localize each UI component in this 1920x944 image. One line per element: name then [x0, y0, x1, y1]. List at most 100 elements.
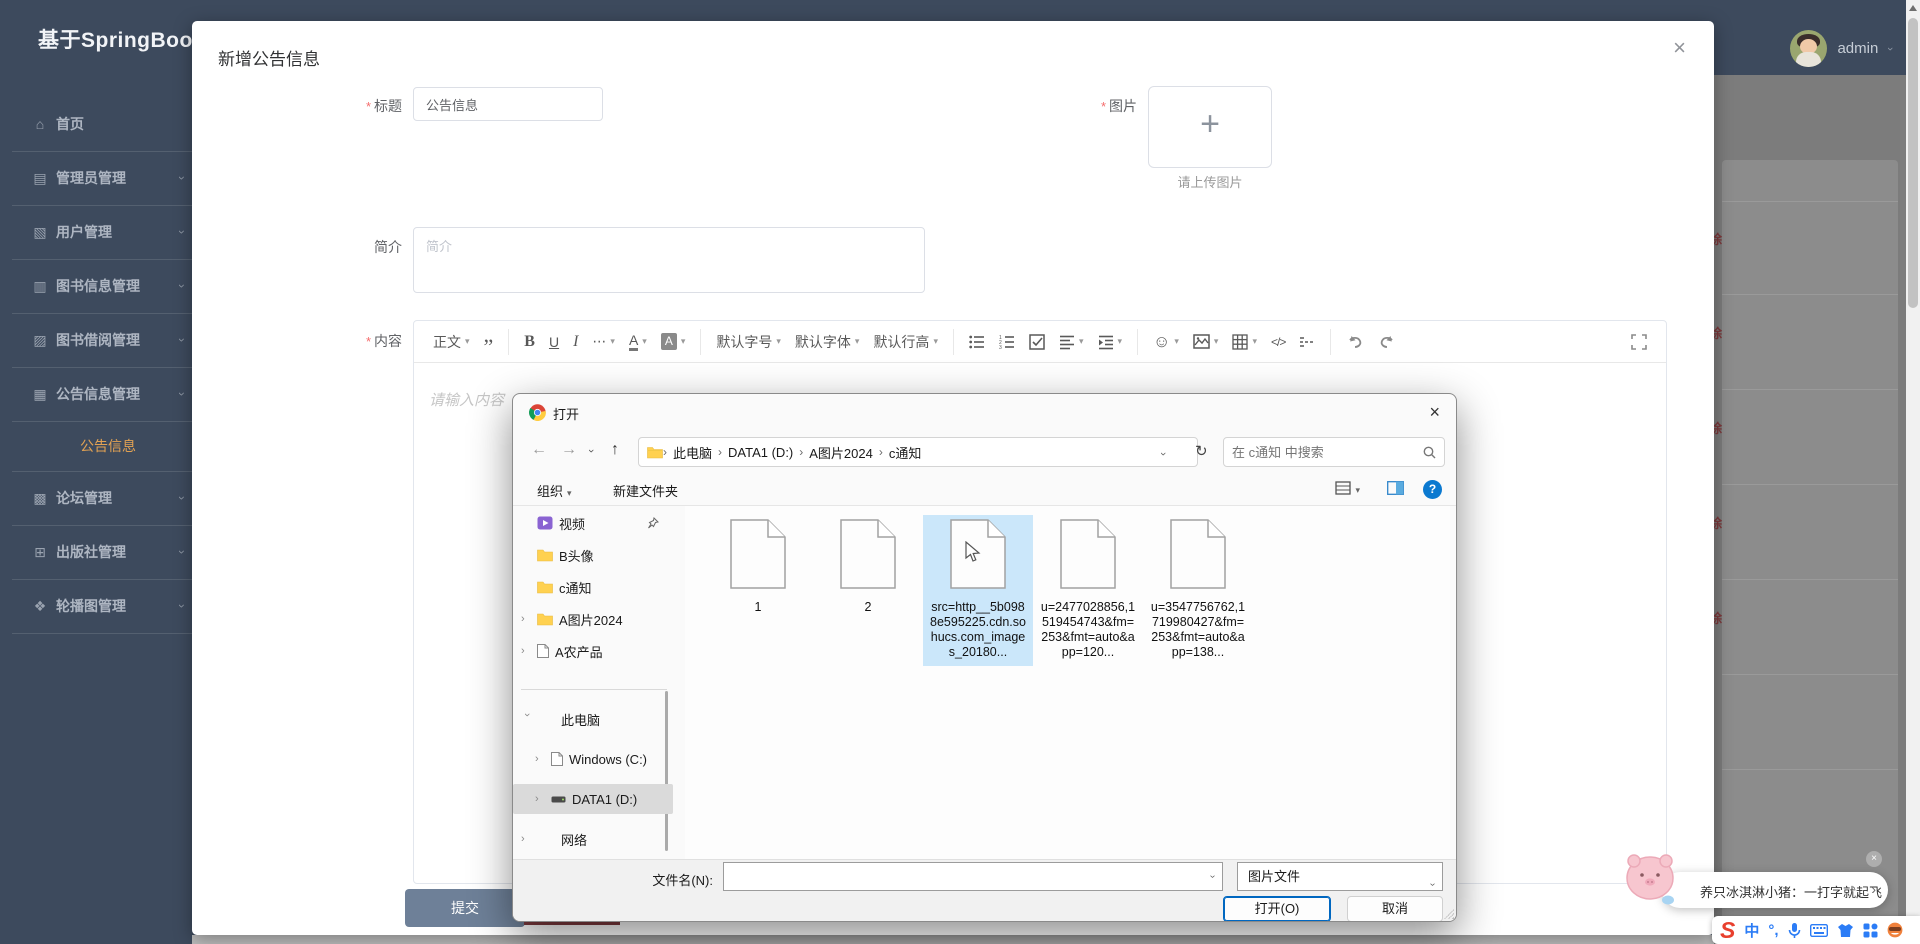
tree-item-c-notice[interactable]: c通知 [513, 572, 673, 602]
scrollbar-thumb[interactable] [1908, 18, 1918, 308]
nav-back-icon[interactable]: ← [531, 441, 547, 459]
breadcrumb-this-pc[interactable]: 此电脑 [667, 443, 718, 462]
dialog-close-icon[interactable]: × [1429, 402, 1440, 423]
indent-icon[interactable]: ▾ [1091, 328, 1130, 356]
line-height-select[interactable]: 默认行高▾ [866, 328, 945, 356]
image-upload-box[interactable]: + [1148, 86, 1272, 168]
preview-pane-button[interactable] [1387, 481, 1404, 498]
chinese-english-toggle[interactable]: 中 [1744, 920, 1759, 941]
sidebar-item-forum-mgmt[interactable]: ▩ 论坛管理 › [0, 471, 220, 525]
skin-icon[interactable] [1837, 923, 1854, 938]
nav-forward-icon[interactable]: → [561, 441, 577, 459]
notification-close-icon[interactable]: × [1866, 851, 1882, 867]
file-item-1[interactable]: 1 [703, 515, 813, 621]
punctuation-toggle[interactable]: °, [1768, 922, 1778, 939]
emoji-icon[interactable]: ☺▾ [1146, 328, 1186, 356]
modal-close-icon[interactable]: × [1673, 37, 1686, 59]
tree-item-b-avatars[interactable]: B头像 [513, 540, 673, 570]
bold-icon[interactable]: B [517, 328, 542, 356]
submit-button[interactable]: 提交 [405, 889, 525, 927]
tree-item-pictures-2024[interactable]: › A图片2024 [513, 604, 673, 634]
insert-table-icon[interactable]: ▾ [1225, 328, 1264, 356]
tree-item-data1-d-selected[interactable]: › DATA1 (D:) [513, 784, 673, 814]
bg-color-icon[interactable]: A▾ [654, 328, 693, 356]
filename-input[interactable] [730, 866, 1190, 887]
bullet-list-icon[interactable] [962, 328, 992, 356]
sidebar-item-publisher-mgmt[interactable]: ⊞ 出版社管理 › [0, 525, 220, 579]
chevron-right-icon[interactable]: › [521, 833, 533, 845]
address-bar[interactable]: › 此电脑 › DATA1 (D:) › A图片2024 › c通知 [638, 437, 1198, 467]
notification-bubble[interactable]: 养只冰淇淋小猪：一打字就起飞 › [1662, 872, 1888, 908]
sidebar-item-home[interactable]: ⌂ 首页 [0, 97, 220, 151]
breadcrumb-drive-d[interactable]: DATA1 (D:) [722, 445, 799, 460]
refresh-icon[interactable]: ↻ [1195, 442, 1208, 460]
view-mode-button[interactable]: ▾ [1335, 481, 1360, 496]
tree-item-windows-c[interactable]: › Windows (C:) [513, 744, 673, 774]
organize-button[interactable]: 组织▾ [537, 481, 572, 500]
sidebar-item-user-mgmt[interactable]: ▧ 用户管理 › [0, 205, 220, 259]
search-input[interactable] [1232, 442, 1412, 462]
insert-image-icon[interactable]: ▾ [1186, 328, 1226, 356]
fullscreen-icon[interactable] [1624, 328, 1654, 356]
file-item-u2477028856[interactable]: u=2477028856,1519454743&fm=253&fmt=auto&… [1033, 515, 1143, 666]
sidebar-item-carousel-mgmt[interactable]: ❖ 轮播图管理 › [0, 579, 220, 633]
chevron-down-icon[interactable]: › [521, 713, 533, 725]
dialog-titlebar[interactable]: 打开 × [513, 394, 1456, 430]
chevron-right-icon[interactable]: › [521, 645, 533, 657]
page-scrollbar[interactable] [1906, 0, 1920, 944]
sidebar-item-book-borrow-mgmt[interactable]: ▨ 图书借阅管理 › [0, 313, 220, 367]
sidebar-item-book-info-mgmt[interactable]: ▥ 图书信息管理 › [0, 259, 220, 313]
breadcrumb-c-notice[interactable]: c通知 [883, 443, 928, 462]
nav-up-icon[interactable]: ↑ [611, 441, 619, 459]
more-styles-icon[interactable]: ⋯▾ [585, 328, 622, 356]
nav-history-icon[interactable]: › [585, 449, 597, 453]
italic-icon[interactable]: I [566, 328, 585, 356]
chevron-right-icon[interactable]: › [535, 793, 547, 805]
file-item-src-sohucs-selected[interactable]: src=http__5b0988e595225.cdn.sohucs.com_i… [923, 515, 1033, 666]
sidebar-subitem-notice-info-active[interactable]: 公告信息 [0, 421, 220, 471]
sidebar-item-notice-mgmt[interactable]: ▦ 公告信息管理 › [0, 367, 220, 421]
address-dropdown-icon[interactable]: › [1157, 452, 1169, 456]
file-item-u3547756762[interactable]: u=3547756762,1719980427&fm=253&fmt=auto&… [1143, 515, 1253, 666]
code-block-icon[interactable]: </> [1264, 328, 1292, 356]
tree-item-videos[interactable]: 视频 [513, 508, 673, 538]
resize-grip[interactable] [1444, 909, 1454, 919]
scrollbar-up-arrow[interactable] [1909, 5, 1917, 11]
ime-toolbar[interactable]: S 中 °, [1712, 916, 1920, 944]
filename-dropdown-icon[interactable]: › [1207, 875, 1218, 878]
tree-item-network[interactable]: › 网络 [513, 824, 673, 854]
help-icon[interactable]: ? [1423, 480, 1442, 499]
chevron-right-icon[interactable]: › [521, 613, 533, 625]
font-family-select[interactable]: 默认字体▾ [788, 328, 867, 356]
soft-keyboard-icon[interactable] [1810, 924, 1828, 937]
ordered-list-icon[interactable]: 123 [992, 328, 1022, 356]
font-color-icon[interactable]: A▾ [622, 328, 654, 356]
todo-list-icon[interactable] [1022, 328, 1052, 356]
tree-item-a-produce[interactable]: › A农产品 [513, 636, 673, 666]
sidebar-item-admin-mgmt[interactable]: ▤ 管理员管理 › [0, 151, 220, 205]
chevron-right-icon[interactable]: › [1871, 881, 1876, 897]
cancel-button[interactable]: 取消 [1347, 896, 1443, 922]
chevron-right-icon[interactable]: › [535, 753, 547, 765]
intro-textarea[interactable] [413, 227, 925, 293]
toolbox-icon[interactable] [1863, 923, 1878, 938]
align-icon[interactable]: ▾ [1052, 328, 1091, 356]
title-input[interactable] [413, 87, 603, 121]
redo-icon[interactable] [1371, 328, 1403, 356]
divider-icon[interactable] [1292, 328, 1322, 356]
new-folder-button[interactable]: 新建文件夹 [613, 481, 678, 500]
breadcrumb-pictures-2024[interactable]: A图片2024 [803, 443, 879, 462]
voice-input-icon[interactable] [1788, 922, 1801, 939]
open-button[interactable]: 打开(O) [1223, 896, 1331, 922]
file-item-2[interactable]: 2 [813, 515, 923, 621]
tree-item-this-pc[interactable]: › 此电脑 [513, 704, 673, 734]
filetype-select[interactable]: 图片文件 › [1237, 862, 1443, 891]
emoji-input-icon[interactable] [1887, 922, 1903, 938]
paragraph-style-select[interactable]: 正文▾ [426, 328, 477, 356]
blockquote-icon[interactable]: ” [477, 328, 501, 356]
underline-icon[interactable]: U [542, 328, 566, 356]
sogou-logo[interactable]: S [1720, 917, 1735, 943]
user-menu[interactable]: admin › [1790, 30, 1892, 67]
undo-icon[interactable] [1339, 328, 1371, 356]
avatar[interactable] [1790, 30, 1827, 67]
